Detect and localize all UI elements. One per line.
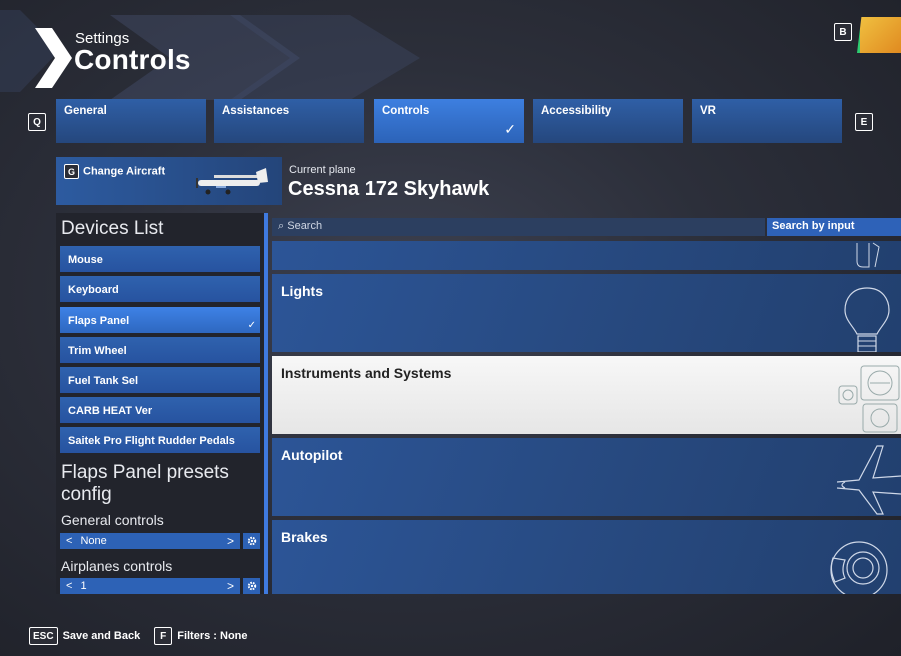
device-label: Flaps Panel	[68, 315, 130, 327]
tab-general[interactable]: General	[56, 99, 206, 143]
device-item-carb-heat-ver[interactable]: CARB HEAT Ver	[60, 397, 260, 423]
device-label: Keyboard	[68, 284, 119, 296]
device-label: CARB HEAT Ver	[68, 405, 153, 417]
device-item-mouse[interactable]: Mouse	[60, 246, 260, 272]
esc-key: ESC	[29, 627, 58, 645]
change-aircraft-button[interactable]: G Change Aircraft	[56, 157, 282, 205]
checkmark-icon: ✓	[247, 320, 256, 331]
category-label: Autopilot	[281, 447, 343, 463]
change-aircraft-key: G	[64, 164, 80, 179]
category-partial[interactable]	[272, 241, 901, 270]
save-and-back-button[interactable]: ESC Save and Back	[29, 627, 140, 645]
scrollbar[interactable]	[264, 213, 268, 594]
instruments-icon	[838, 365, 900, 433]
airplanes-controls-label: Airplanes controls	[61, 558, 173, 574]
search-placeholder: Search	[287, 220, 323, 232]
category-label: Brakes	[281, 529, 328, 545]
device-label: Mouse	[68, 254, 103, 266]
airplanes-controls-selector[interactable]: < 1 >	[60, 578, 240, 594]
category-brakes[interactable]: Brakes	[272, 520, 901, 594]
lightbulb-icon	[844, 287, 890, 352]
prev-tab-key[interactable]: Q	[28, 113, 46, 131]
device-label: Trim Wheel	[68, 345, 127, 357]
devices-list-title: Devices List	[61, 218, 164, 239]
brake-disc-icon	[830, 541, 888, 594]
presets-title: Flaps Panel presets config	[61, 462, 229, 505]
airplane-thumbnail-icon	[196, 168, 268, 195]
filters-button[interactable]: F Filters : None	[154, 627, 248, 645]
general-controls-value: None	[80, 535, 107, 547]
chevron-left-icon[interactable]: <	[66, 535, 72, 547]
device-label: Fuel Tank Sel	[68, 375, 139, 387]
checkmark-icon: ✓	[504, 121, 516, 137]
chevron-left-icon[interactable]: <	[66, 580, 72, 592]
general-controls-selector[interactable]: < None >	[60, 533, 240, 549]
device-label: Saitek Pro Flight Rudder Pedals	[68, 435, 235, 447]
search-icon: ⌕	[278, 220, 285, 232]
airplane-icon	[837, 445, 901, 515]
tab-vr[interactable]: VR	[692, 99, 842, 143]
change-aircraft-label: Change Aircraft	[83, 165, 166, 178]
current-plane-label: Current plane	[289, 164, 356, 176]
category-lights[interactable]: Lights	[272, 274, 901, 352]
footer-bar: ESC Save and Back F Filters : None	[29, 627, 248, 645]
tab-label: Accessibility	[541, 105, 612, 117]
tab-label: General	[64, 105, 107, 117]
category-autopilot[interactable]: Autopilot	[272, 438, 901, 516]
avatar[interactable]	[857, 17, 901, 53]
partial-icon	[856, 242, 880, 268]
chevron-right-icon[interactable]: >	[227, 579, 234, 593]
filter-key: F	[154, 627, 173, 645]
tab-assistances[interactable]: Assistances	[214, 99, 364, 143]
device-item-trim-wheel[interactable]: Trim Wheel	[60, 337, 260, 363]
gear-icon[interactable]	[243, 578, 260, 594]
airplanes-controls-value: 1	[80, 580, 87, 592]
device-item-rudder-pedals[interactable]: Saitek Pro Flight Rudder Pedals	[60, 427, 260, 453]
chevron-right-icon[interactable]: >	[227, 534, 234, 548]
category-label: Instruments and Systems	[281, 365, 452, 381]
category-instruments-and-systems[interactable]: Instruments and Systems	[272, 356, 901, 434]
search-input[interactable]: ⌕ Search	[272, 218, 765, 236]
profile-key-hint: B	[834, 23, 852, 41]
filters-label: Filters : None	[177, 630, 248, 642]
current-plane-name: Cessna 172 Skyhawk	[288, 178, 490, 200]
search-by-input-button[interactable]: Search by input	[767, 218, 901, 236]
tab-label: Assistances	[222, 105, 290, 117]
tab-label: VR	[700, 105, 716, 117]
next-tab-key[interactable]: E	[855, 113, 873, 131]
category-label: Lights	[281, 283, 323, 299]
device-item-flaps-panel[interactable]: Flaps Panel ✓	[60, 307, 260, 333]
save-and-back-label: Save and Back	[62, 630, 141, 642]
page-title: Controls	[74, 44, 191, 75]
device-item-keyboard[interactable]: Keyboard	[60, 276, 260, 302]
gear-icon[interactable]	[243, 533, 260, 549]
tab-label: Controls	[382, 105, 430, 117]
general-controls-label: General controls	[61, 512, 164, 528]
device-item-fuel-tank-sel[interactable]: Fuel Tank Sel	[60, 367, 260, 393]
tab-controls[interactable]: Controls ✓	[374, 99, 524, 143]
tab-accessibility[interactable]: Accessibility	[533, 99, 683, 143]
